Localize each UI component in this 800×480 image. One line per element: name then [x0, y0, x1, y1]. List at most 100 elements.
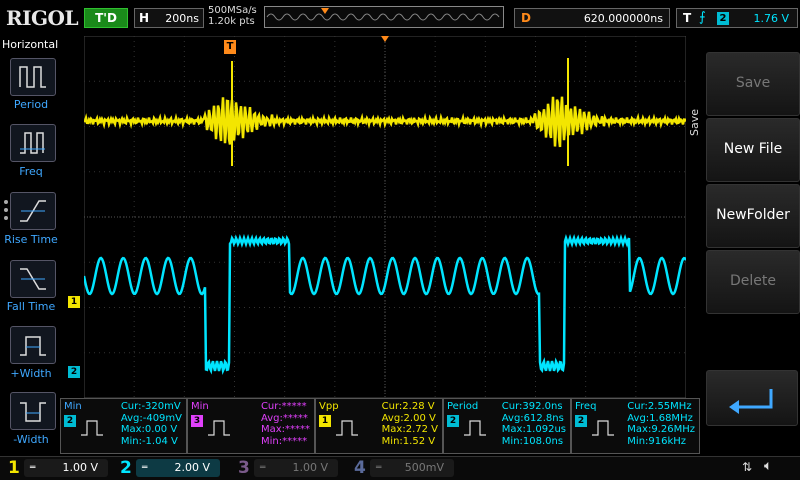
measurement-stat: Min:108.0ns: [501, 435, 564, 447]
measurement-channel-badge: 1: [319, 415, 331, 427]
ch1-offset-marker[interactable]: 1: [68, 296, 80, 308]
rise-time-button[interactable]: [10, 192, 56, 230]
measurement-min-ch3[interactable]: Min 3 Cur:***** Avg:***** Max:***** Min:*****: [187, 398, 315, 454]
channel-scale-value: 2.00 V: [174, 461, 210, 474]
period-icon: [464, 420, 486, 436]
measurement-stat: Cur:392.0ns: [501, 401, 563, 412]
return-button[interactable]: [706, 370, 798, 426]
memory-overview-waveform: [265, 7, 503, 27]
frequency-label: Freq: [19, 165, 43, 178]
measurement-name: Min: [191, 401, 209, 412]
usb-icon: ⇅: [742, 460, 753, 474]
channel-4-scale-box[interactable]: ═ 500mV: [370, 459, 454, 477]
measurement-stat: Avg:612.8ns: [501, 412, 564, 424]
frequency-button[interactable]: [10, 124, 56, 162]
measurement-channel-badge: 2: [447, 415, 459, 427]
measurement-stat: Min:*****: [260, 435, 308, 447]
fall-time-label: Fall Time: [6, 300, 56, 313]
trigger-key-label: T: [683, 11, 692, 25]
negative-width-button[interactable]: [10, 392, 56, 430]
period-label: Period: [13, 98, 49, 111]
menu-title: Horizontal: [2, 38, 59, 51]
channel-2-number[interactable]: 2: [120, 458, 132, 478]
measurement-min-ch2[interactable]: Min 2 Cur:-320mV Avg:-409mV Max:0.00 V Min:-1…: [60, 398, 187, 454]
trigger-level-value: 1.76 V: [753, 12, 789, 25]
channel-4-number[interactable]: 4: [354, 458, 366, 478]
measurement-stat: Cur:*****: [260, 401, 307, 412]
measurement-period-ch2[interactable]: Period 2 Cur:392.0ns Avg:612.8ns Max:1.092us…: [443, 398, 571, 454]
min-icon: [208, 420, 230, 436]
period-button[interactable]: [10, 58, 56, 96]
waveform-display-area[interactable]: [82, 35, 688, 399]
positive-width-label: +Width: [10, 367, 52, 380]
delay-display[interactable]: D 620.000000ns: [514, 8, 670, 28]
channel-scale-value: 1.00 V: [62, 461, 98, 474]
measurement-stat: Cur:2.55MHz: [627, 401, 692, 412]
brand-logo: RIGOL: [6, 6, 79, 30]
new-file-button[interactable]: New File: [706, 118, 800, 182]
delay-key-label: D: [521, 11, 531, 25]
channel-1-scale-box[interactable]: ═ 1.00 V: [24, 459, 108, 477]
vpp-icon: [336, 420, 358, 436]
measurement-name: Min: [64, 401, 82, 412]
measurement-stat: Avg:1.68MHz: [627, 412, 693, 424]
min-icon: [81, 420, 103, 436]
memory-depth: 1.20k pts: [208, 16, 255, 27]
menu-side-label-text: Save: [688, 108, 701, 136]
dc-coupling-icon: ═: [30, 463, 36, 473]
channel-3-number[interactable]: 3: [238, 458, 250, 478]
new-folder-button[interactable]: NewFolder: [706, 184, 800, 248]
channel-1-number[interactable]: 1: [8, 458, 20, 478]
measurement-stat: Max:*****: [260, 424, 310, 435]
measurement-stat: Max:9.26MHz: [627, 424, 695, 435]
measurement-stat: Cur:2.28 V: [381, 401, 435, 412]
measurement-stat: Min:-1.04 V: [120, 435, 178, 447]
fall-time-icon: [20, 268, 46, 290]
delay-value: 620.000000ns: [583, 12, 663, 25]
measurement-stat: Min:916kHz: [627, 435, 687, 447]
frequency-icon: [592, 420, 614, 436]
ch2-offset-marker[interactable]: 2: [68, 366, 80, 378]
menu-side-label: Save: [686, 36, 704, 136]
horizontal-key-label: H: [139, 11, 150, 25]
dc-coupling-icon: ═: [260, 463, 266, 473]
measurement-stat: Avg:-409mV: [120, 412, 182, 424]
trigger-display[interactable]: T ⨍ 2 1.76 V: [676, 8, 798, 28]
speaker-mute-icon[interactable]: 🔈︎: [764, 458, 772, 474]
fall-time-button[interactable]: [10, 260, 56, 298]
channel-3-scale-box[interactable]: ═ 1.00 V: [254, 459, 338, 477]
frequency-icon: [20, 132, 45, 154]
graticule: [82, 35, 688, 399]
measurement-name: Period: [447, 401, 479, 412]
memory-overview-strip[interactable]: [264, 6, 504, 28]
channel-2-scale-box[interactable]: ═ 2.00 V: [136, 459, 220, 477]
rise-time-icon: [20, 200, 46, 222]
timebase-display[interactable]: H 200ns: [134, 8, 204, 28]
measurement-vpp-ch1[interactable]: Vpp 1 Cur:2.28 V Avg:2.00 V Max:2.72 V Min:1.…: [315, 398, 443, 454]
measurement-name: Freq: [575, 401, 597, 412]
dc-coupling-icon: ═: [376, 463, 382, 473]
positive-width-button[interactable]: [10, 326, 56, 364]
measurement-stat: Avg:*****: [260, 412, 308, 424]
timebase-value: 200ns: [165, 12, 199, 25]
page-indicator: [4, 200, 8, 224]
measurement-stat: Max:2.72 V: [381, 424, 438, 435]
negative-width-label: -Width: [13, 433, 49, 446]
delete-button[interactable]: Delete: [706, 250, 800, 314]
trigger-position-flag[interactable]: T: [224, 40, 236, 54]
measurement-freq-ch2[interactable]: Freq 2 Cur:2.55MHz Avg:1.68MHz Max:9.26MHz Mi…: [571, 398, 700, 454]
sample-rate: 500MSa/s: [208, 5, 257, 16]
measurement-stat: Cur:-320mV: [120, 401, 181, 412]
rise-time-label: Rise Time: [4, 233, 58, 246]
trigger-source-badge: 2: [717, 12, 729, 25]
dc-coupling-icon: ═: [142, 463, 148, 473]
channel-scale-value: 1.00 V: [292, 461, 328, 474]
channel-scale-value: 500mV: [404, 461, 444, 474]
trigger-status-badge: T'D: [84, 8, 128, 28]
rising-edge-icon: ⨍: [699, 10, 706, 25]
period-icon: [19, 66, 46, 88]
acquisition-info: 500MSa/s 1.20k pts: [208, 5, 260, 27]
measurement-channel-badge: 2: [575, 415, 587, 427]
measurement-stat: Avg:2.00 V: [381, 412, 436, 424]
save-button[interactable]: Save: [706, 52, 800, 116]
